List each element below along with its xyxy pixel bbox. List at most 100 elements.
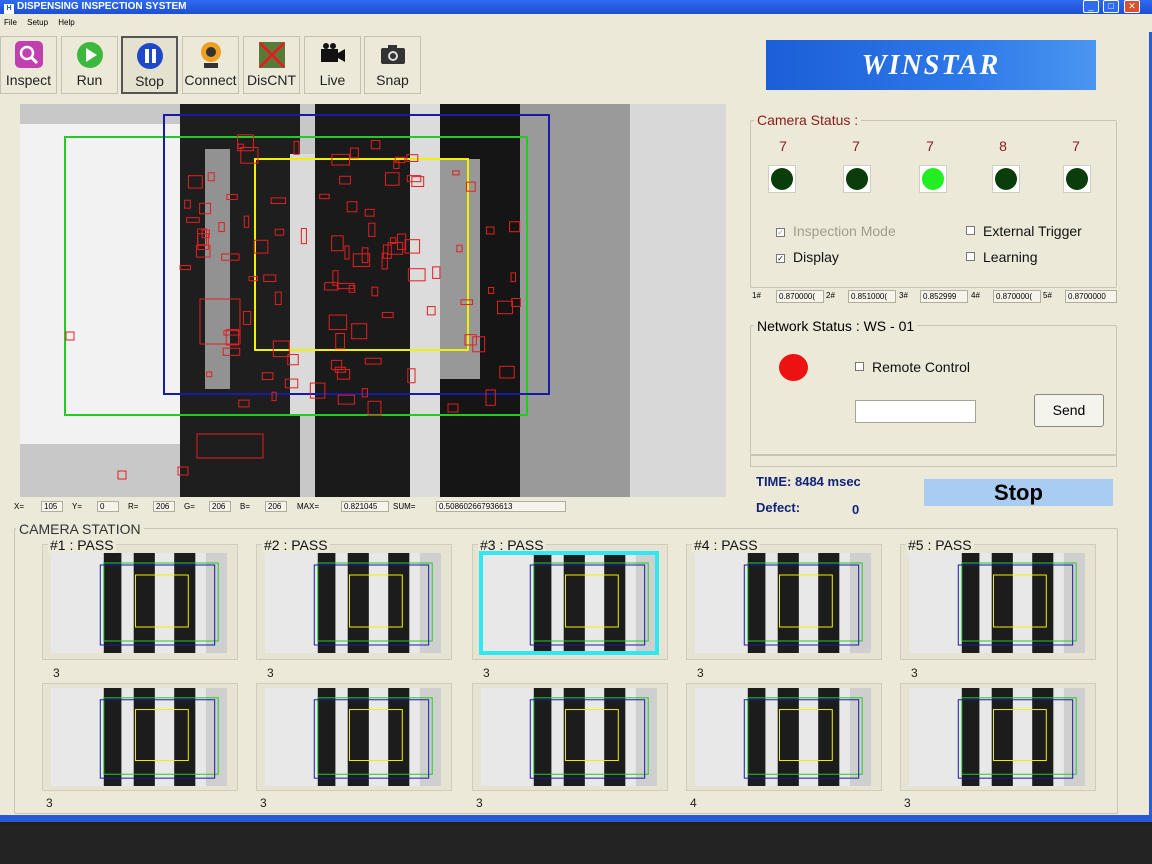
network-status-title: Network Status : WS - 01: [754, 318, 918, 334]
play-icon: [75, 41, 105, 69]
remote-control-checkbox[interactable]: Remote Control: [855, 359, 970, 375]
camera-4-count: 8: [999, 138, 1007, 154]
screen: H DISPENSING INSPECTION SYSTEM _ □ ✕ File…: [0, 0, 1152, 864]
score-3-value: 0.852999: [920, 290, 968, 303]
station-2-bottom-count: 3: [260, 796, 267, 810]
station-3-bottom-image[interactable]: [481, 688, 657, 786]
b-value: 206: [265, 501, 287, 512]
connect-label: Connect: [184, 72, 237, 88]
camera-image: [20, 104, 726, 497]
y-label: Y=: [72, 502, 83, 511]
learning-label: Learning: [983, 249, 1038, 265]
remote-control-label: Remote Control: [872, 359, 971, 375]
pause-icon: [135, 42, 165, 70]
station-3-top-image[interactable]: [479, 551, 659, 655]
station-4-top-image[interactable]: [695, 553, 871, 653]
station-3-result: #3 : PASS: [478, 537, 546, 553]
run-button[interactable]: Run: [61, 36, 118, 94]
run-status-indicator: Stop: [924, 479, 1113, 506]
camera-1-count: 7: [779, 138, 787, 154]
camera-1-status-led: [768, 165, 796, 193]
send-button[interactable]: Send: [1034, 394, 1104, 427]
snap-button[interactable]: Snap: [364, 36, 421, 94]
menu-file[interactable]: File: [4, 18, 17, 27]
connect-button[interactable]: Connect: [182, 36, 239, 94]
network-status-led: [779, 354, 808, 381]
station-5-result: #5 : PASS: [906, 537, 974, 553]
run-label: Run: [76, 72, 103, 88]
stop-button[interactable]: Stop: [121, 36, 178, 94]
b-label: B=: [240, 502, 251, 511]
camera-station-title: CAMERA STATION: [16, 521, 144, 537]
x-label: X=: [14, 502, 25, 511]
magnifier-icon: [14, 41, 44, 69]
menu-help[interactable]: Help: [58, 18, 74, 27]
x-value: 105: [41, 501, 63, 512]
defect-count: 0: [852, 502, 860, 517]
station-3-bottom-count: 3: [476, 796, 483, 810]
webcam-icon: [196, 41, 226, 69]
discnt-label: DisCNT: [247, 72, 296, 88]
display-label: Display: [793, 249, 839, 265]
camera-2-status-led: [843, 165, 871, 193]
pixel-readout: X= 105 Y= 0 R= 206 G= 206 B= 206 MAX= 0.…: [14, 500, 732, 514]
live-button[interactable]: Live: [304, 36, 361, 94]
score-5-label: 5#: [1043, 291, 1052, 300]
score-2-value: 0.851000(: [848, 290, 896, 303]
station-4-bottom-image[interactable]: [695, 688, 871, 786]
g-label: G=: [184, 502, 195, 511]
r-value: 206: [153, 501, 175, 512]
station-5-bottom-image[interactable]: [909, 688, 1085, 786]
close-button[interactable]: ✕: [1124, 0, 1140, 13]
station-2-top-image[interactable]: [265, 553, 441, 653]
y-value: 0: [97, 501, 119, 512]
camera-3-status-led: [919, 165, 947, 193]
camera-5-status-led: [1063, 165, 1091, 193]
disconnect-button[interactable]: DisCNT: [243, 36, 300, 94]
stop-label: Stop: [135, 73, 164, 89]
app-window: H DISPENSING INSPECTION SYSTEM _ □ ✕ File…: [0, 0, 1152, 822]
learning-checkbox[interactable]: Learning: [966, 249, 1038, 265]
score-2-label: 2#: [826, 291, 835, 300]
main-camera-view: [20, 104, 726, 497]
external-trigger-checkbox[interactable]: External Trigger: [966, 223, 1082, 239]
inspection-mode-checkbox[interactable]: ✓ Inspection Mode: [776, 223, 896, 239]
camera-5-count: 7: [1072, 138, 1080, 154]
station-1-top-image[interactable]: [51, 553, 227, 653]
score-3-label: 3#: [899, 291, 908, 300]
taskbar: [0, 825, 1152, 864]
station-1-top-count: 3: [53, 666, 60, 680]
camera-icon: [378, 41, 408, 69]
station-3-top-count: 3: [483, 666, 490, 680]
score-4-value: 0.870000(: [993, 290, 1041, 303]
station-5-bottom-count: 3: [904, 796, 911, 810]
max-label: MAX=: [297, 502, 320, 511]
maximize-button[interactable]: □: [1103, 0, 1119, 13]
minimize-button[interactable]: _: [1083, 0, 1099, 13]
winstar-logo: WINSTAR: [766, 40, 1096, 90]
network-command-input[interactable]: [855, 400, 976, 423]
network-progress-bar: [750, 455, 1117, 467]
video-camera-icon: [318, 41, 348, 69]
app-icon: H: [4, 4, 14, 14]
display-checkbox[interactable]: ✓ Display: [776, 249, 839, 265]
station-4-result: #4 : PASS: [692, 537, 760, 553]
external-trigger-label: External Trigger: [983, 223, 1082, 239]
station-2-bottom-image[interactable]: [265, 688, 441, 786]
station-4-top-count: 3: [697, 666, 704, 680]
live-label: Live: [319, 72, 346, 88]
station-5-top-image[interactable]: [909, 553, 1085, 653]
max-value: 0.821045: [341, 501, 389, 512]
score-4-label: 4#: [971, 291, 980, 300]
camera-2-count: 7: [852, 138, 860, 154]
r-label: R=: [128, 502, 139, 511]
g-value: 206: [209, 501, 231, 512]
station-5-top-count: 3: [911, 666, 918, 680]
station-1-bottom-image[interactable]: [51, 688, 227, 786]
menu-setup[interactable]: Setup: [27, 18, 48, 27]
score-1-value: 0.870000(: [776, 290, 824, 303]
window-title: DISPENSING INSPECTION SYSTEM: [17, 1, 187, 12]
inspect-button[interactable]: Inspect: [0, 36, 57, 94]
camera-status-title: Camera Status :: [754, 112, 862, 128]
window-bottom-border: [0, 815, 1152, 822]
